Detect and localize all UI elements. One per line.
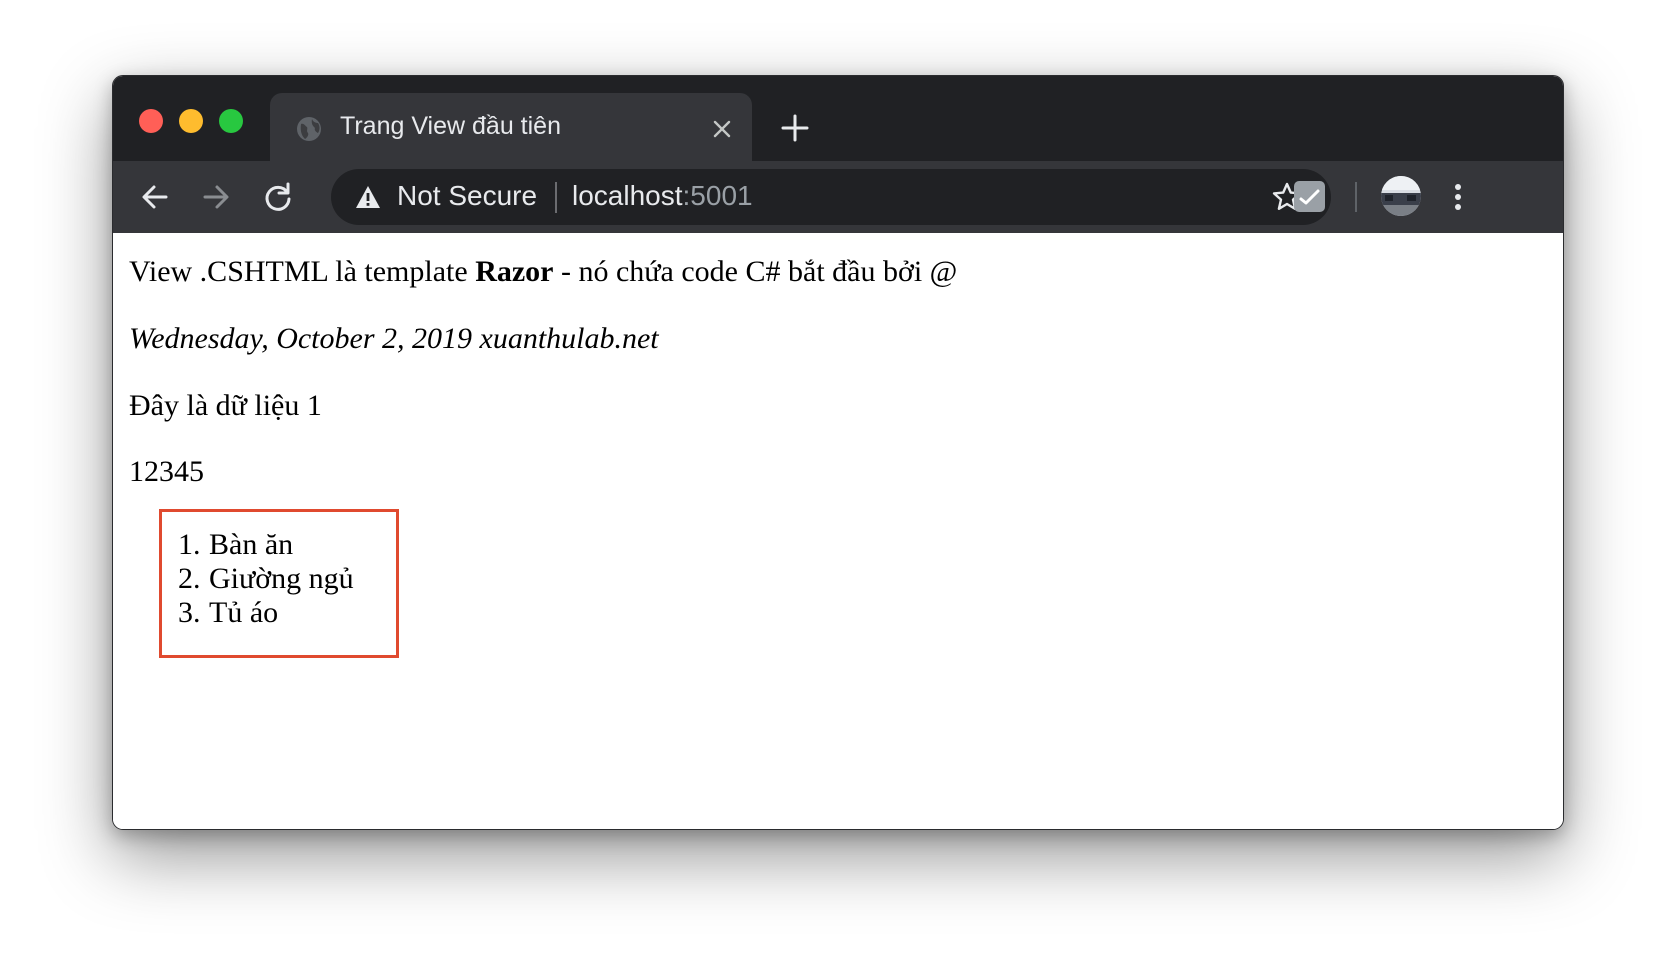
menu-dots-icon[interactable] — [1448, 181, 1468, 213]
highlighted-list-box: 1. Bàn ăn 2. Giường ngủ 3. Tủ áo — [159, 509, 399, 658]
avatar-image — [1381, 176, 1421, 216]
window-maximize-button[interactable] — [219, 109, 243, 133]
list-item-label: Bàn ăn — [209, 528, 294, 561]
list-item-number: 2. — [178, 562, 201, 595]
list-item: 2. Giường ngủ — [178, 562, 354, 596]
extension-icon[interactable] — [1294, 181, 1325, 212]
profile-avatar[interactable] — [1381, 176, 1421, 216]
browser-toolbar: Not Secure localhost:5001 — [113, 161, 1563, 233]
close-tab-icon[interactable] — [710, 117, 734, 141]
list-item: 1. Bàn ăn — [178, 528, 293, 562]
globe-icon — [297, 117, 321, 141]
url-port: :5001 — [682, 180, 753, 211]
page-content: View .CSHTML là template Razor - nó chứa… — [113, 233, 1563, 829]
address-bar[interactable]: Not Secure localhost:5001 — [331, 169, 1331, 225]
intro-text-start: View .CSHTML là template — [129, 255, 476, 288]
url-host: localhost — [572, 180, 683, 211]
extension-check-icon — [1299, 189, 1320, 205]
list-item-label: Giường ngủ — [209, 562, 354, 595]
url-text[interactable]: localhost:5001 — [572, 180, 753, 212]
new-tab-icon[interactable] — [780, 113, 810, 143]
window-close-button[interactable] — [139, 109, 163, 133]
back-arrow-icon[interactable] — [139, 181, 171, 213]
address-separator — [555, 182, 557, 213]
warning-icon[interactable] — [355, 184, 381, 210]
razor-bold-text: Razor — [475, 255, 554, 288]
list-item-label: Tủ áo — [209, 596, 279, 629]
intro-text-end: - nó chứa code C# bắt đầu bởi @ — [553, 255, 958, 288]
data-paragraph: Đây là dữ liệu 1 — [129, 389, 322, 422]
window-minimize-button[interactable] — [179, 109, 203, 133]
list-item-number: 3. — [178, 596, 201, 629]
date-paragraph: Wednesday, October 2, 2019 xuanthulab.ne… — [129, 322, 659, 355]
security-label[interactable]: Not Secure — [397, 180, 537, 212]
browser-window: Trang View đầu tiên Not Secure localhost… — [112, 75, 1564, 830]
list-item-number: 1. — [178, 528, 201, 561]
toolbar-separator — [1355, 182, 1357, 212]
intro-paragraph: View .CSHTML là template Razor - nó chứa… — [129, 255, 957, 289]
browser-tab[interactable]: Trang View đầu tiên — [270, 93, 752, 161]
reload-icon[interactable] — [262, 181, 294, 213]
list-item: 3. Tủ áo — [178, 596, 278, 630]
tab-title: Trang View đầu tiên — [340, 112, 561, 140]
tab-strip: Trang View đầu tiên — [113, 76, 1563, 161]
forward-arrow-icon[interactable] — [200, 181, 232, 213]
numbers-paragraph: 12345 — [129, 455, 204, 488]
